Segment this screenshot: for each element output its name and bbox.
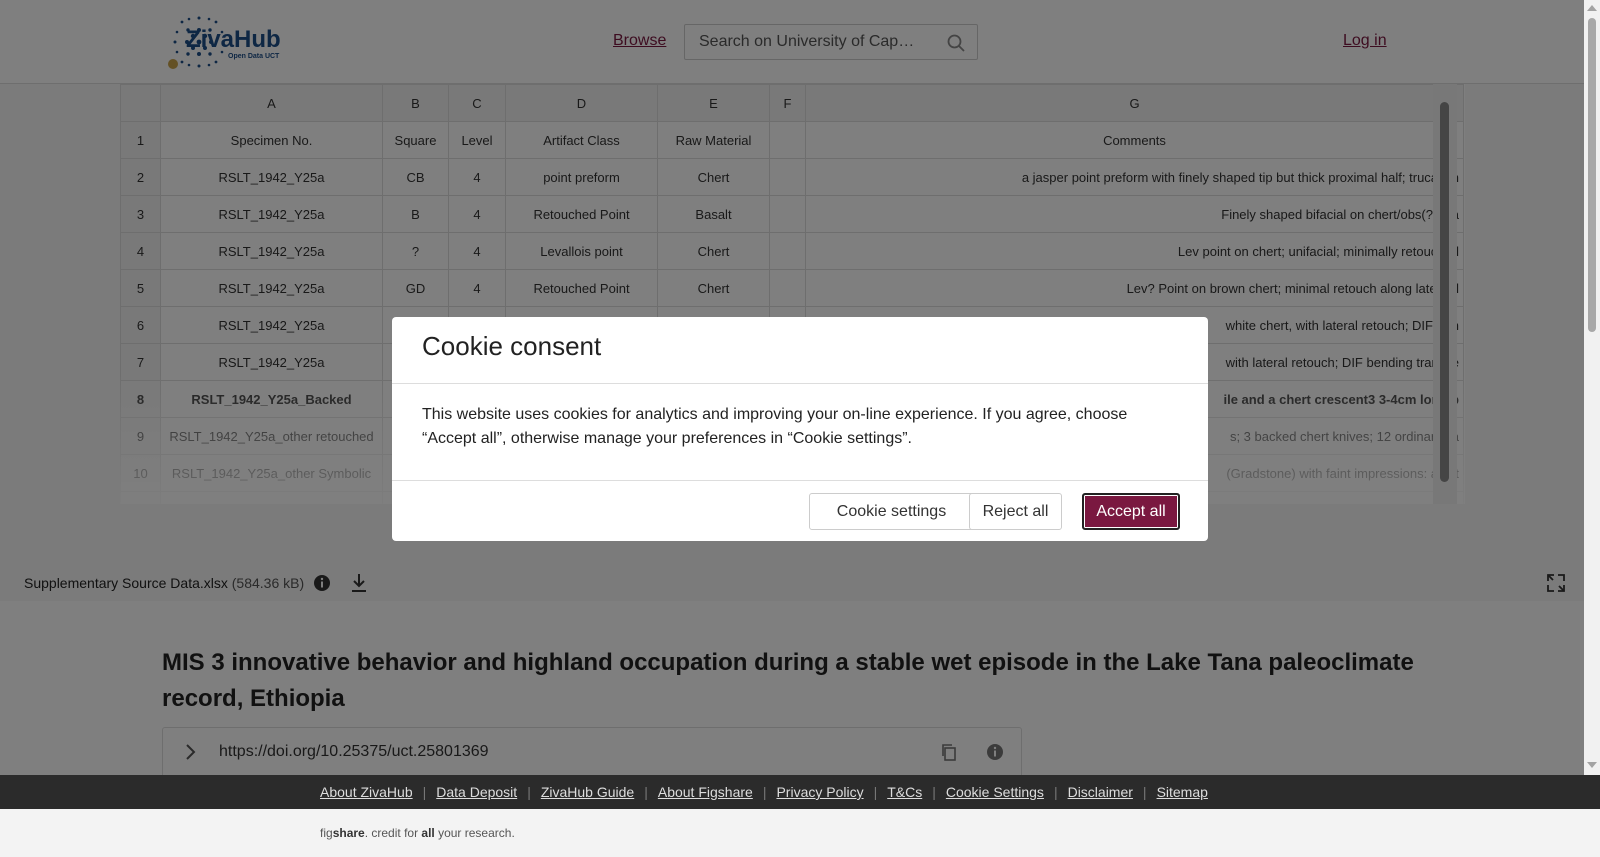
footer-link[interactable]: About Figshare [658,784,753,800]
footer-link[interactable]: Cookie Settings [946,784,1044,800]
footer-link[interactable]: Sitemap [1157,784,1208,800]
footer-link[interactable]: T&Cs [887,784,922,800]
scroll-down-arrow-icon[interactable] [1587,762,1597,768]
cookie-consent-dialog: Cookie consent This website uses cookies… [392,317,1208,541]
footer-separator: | [932,784,936,800]
footer-separator: | [1053,784,1058,800]
footer-separator: | [1142,784,1147,800]
page-scrollbar[interactable] [1584,0,1600,775]
footer-link[interactable]: ZivaHub Guide [541,784,634,800]
footer-link[interactable]: About ZivaHub [320,784,413,800]
scroll-up-arrow-icon[interactable] [1587,5,1597,11]
footer-links-bar: About ZivaHub | Data Deposit | ZivaHub Guide… [0,775,1600,809]
footer-credit-bar: figshare. credit for all your research. [0,809,1600,857]
rest-text: your research. [434,826,515,840]
page-scroll-thumb[interactable] [1588,18,1596,332]
footer-separator: | [873,784,878,800]
divider [392,480,1208,481]
footer-separator: | [644,784,648,800]
footer-link[interactable]: Privacy Policy [776,784,863,800]
fig-text: fig [320,826,333,840]
footer-link[interactable]: Data Deposit [436,784,517,800]
figshare-credit: figshare. credit for all your research. [320,826,515,840]
footer-link[interactable]: Disclaimer [1068,784,1133,800]
share-text: share [332,826,365,840]
footer-separator: | [762,784,767,800]
divider [392,383,1208,384]
footer-links: About ZivaHub | Data Deposit | ZivaHub Guide… [320,784,1208,800]
dialog-title: Cookie consent [422,331,602,361]
credit-text: . credit for [364,826,422,840]
dialog-body: This website uses cookies for analytics … [422,406,1128,447]
cookie-settings-button[interactable]: Cookie settings [809,493,974,530]
all-text: all [421,826,435,840]
reject-all-button[interactable]: Reject all [969,493,1062,530]
footer-separator: | [422,784,427,800]
footer-separator: | [527,784,531,800]
accept-all-button[interactable]: Accept all [1082,493,1180,530]
